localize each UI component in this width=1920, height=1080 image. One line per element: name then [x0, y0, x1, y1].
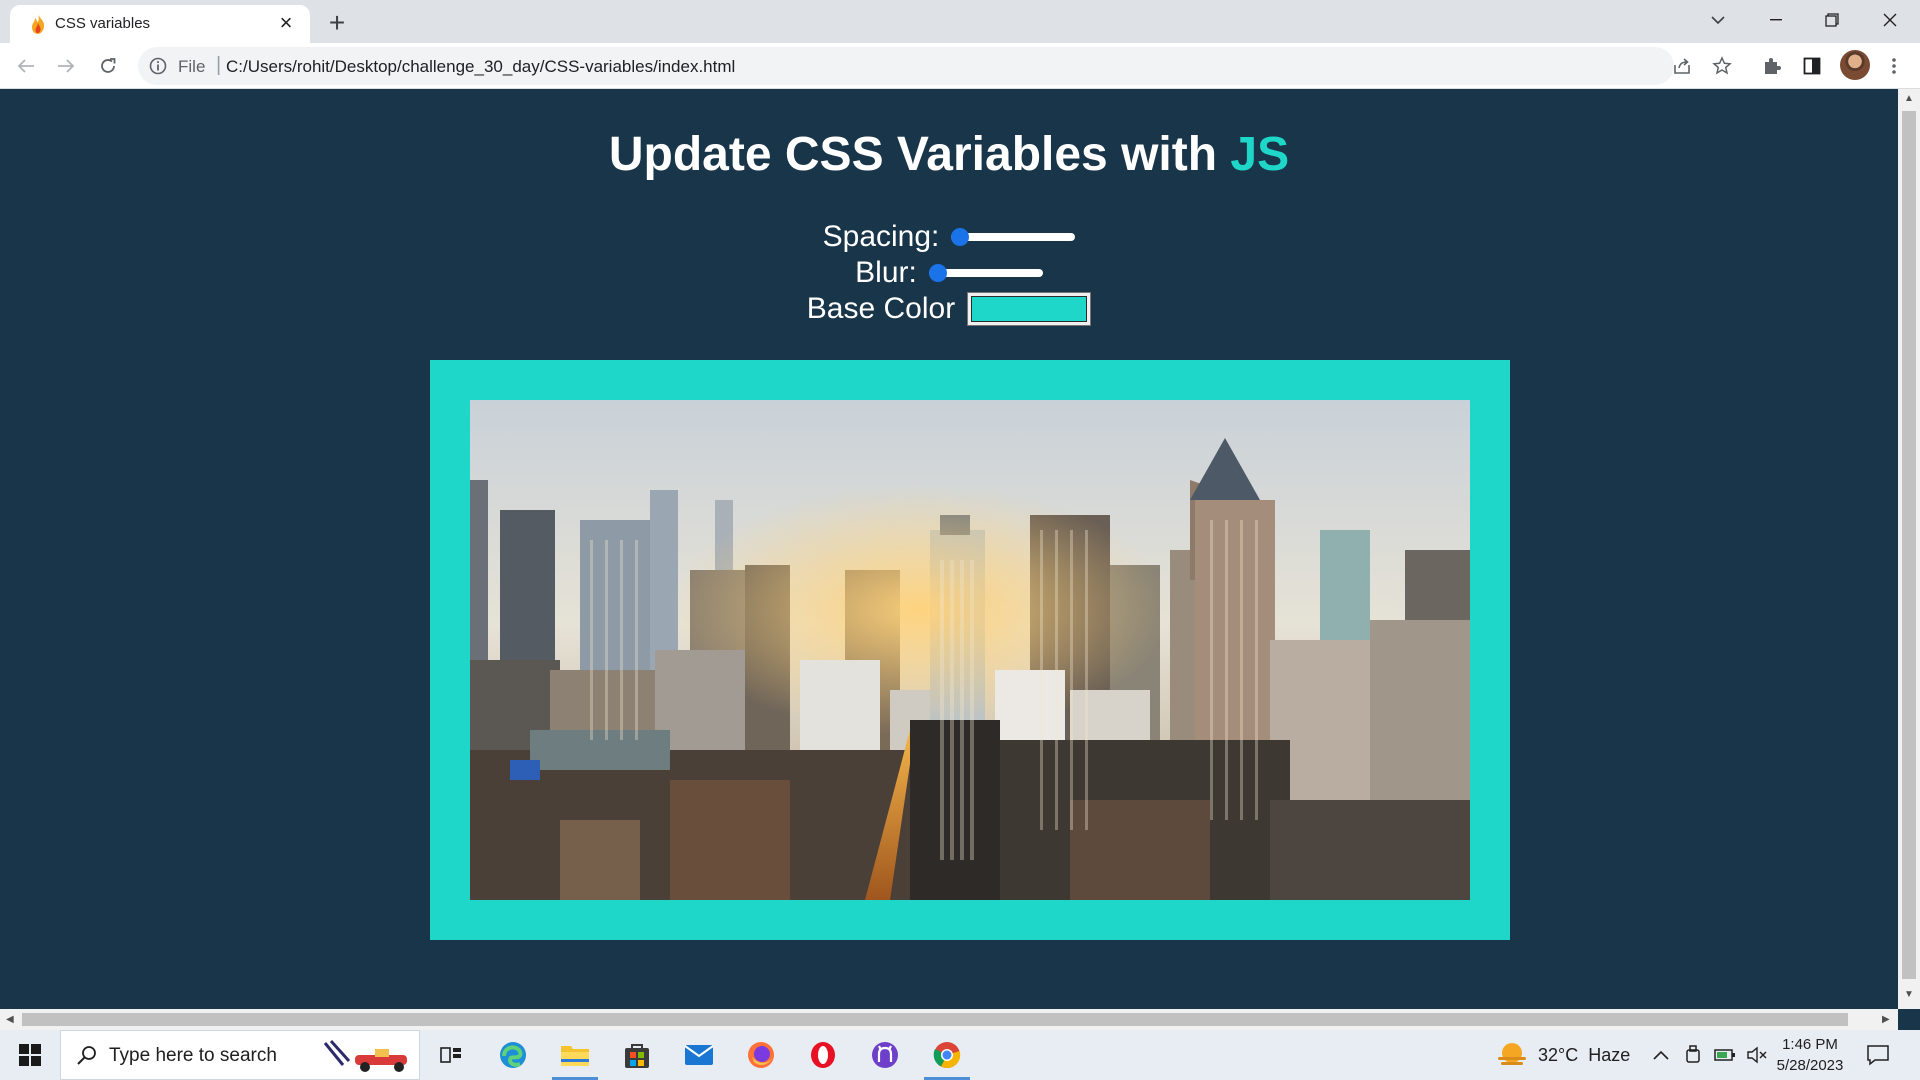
spacing-slider[interactable] — [951, 228, 1076, 246]
blur-label: Blur: — [855, 256, 917, 289]
reload-icon[interactable] — [92, 50, 124, 82]
browser-tabstrip: CSS variables × + — [0, 0, 1920, 43]
vertical-scrollbar[interactable]: ▲ ▼ — [1898, 89, 1920, 1009]
heading-accent: JS — [1230, 128, 1290, 181]
clock-time: 1:46 PM — [1782, 1036, 1838, 1053]
mail-icon[interactable] — [668, 1030, 730, 1080]
url-separator: | — [216, 54, 222, 76]
chrome-icon[interactable] — [916, 1030, 978, 1080]
scroll-up-arrow-icon[interactable]: ▲ — [1904, 93, 1914, 104]
search-highlight-race-car-icon — [323, 1039, 407, 1072]
weather-widget[interactable]: 32°C Haze — [1496, 1030, 1630, 1080]
forward-arrow-icon[interactable] — [50, 50, 82, 82]
notifications-icon[interactable] — [1866, 1030, 1890, 1080]
spacing-slider-knob[interactable] — [951, 228, 970, 246]
back-arrow-icon[interactable] — [10, 50, 42, 82]
github-desktop-icon[interactable] — [854, 1030, 916, 1080]
scroll-down-arrow-icon[interactable]: ▼ — [1904, 989, 1914, 1000]
edge-browser-icon[interactable] — [482, 1030, 544, 1080]
controls-panel: Spacing: Blur: Base Color — [0, 219, 1898, 327]
url-text[interactable]: C:/Users/rohit/Desktop/challenge_30_day/… — [226, 57, 735, 77]
bookmark-star-icon[interactable] — [1706, 50, 1738, 82]
blur-slider[interactable] — [928, 264, 1043, 282]
city-skyline-image — [470, 400, 1470, 900]
url-scheme: File — [178, 57, 206, 76]
spacing-label: Spacing: — [822, 220, 940, 253]
meet-now-icon[interactable] — [1684, 1045, 1702, 1065]
base-color-control: Base Color — [0, 291, 1898, 327]
hazy-sun-icon — [1498, 1043, 1526, 1065]
horizontal-scrollbar[interactable]: ◀ ▶ — [0, 1009, 1898, 1030]
scroll-right-arrow-icon[interactable]: ▶ — [1882, 1014, 1890, 1025]
address-bar[interactable]: File | C:/Users/rohit/Desktop/challenge_… — [138, 47, 1674, 85]
base-color-label: Base Color — [806, 292, 956, 325]
spacing-control: Spacing: — [0, 219, 1898, 255]
new-tab-button[interactable]: + — [320, 7, 354, 41]
firefox-icon[interactable] — [730, 1030, 792, 1080]
tab-title: CSS variables — [55, 15, 151, 32]
taskbar-clock[interactable]: 1:46 PM 5/28/2023 — [1760, 1034, 1860, 1076]
restore-icon[interactable] — [1804, 0, 1860, 40]
vertical-scroll-thumb[interactable] — [1902, 111, 1916, 979]
share-icon[interactable] — [1666, 50, 1698, 82]
opera-icon[interactable] — [792, 1030, 854, 1080]
profile-avatar[interactable] — [1840, 50, 1870, 80]
base-color-picker[interactable] — [967, 292, 1092, 326]
blur-control: Blur: — [0, 255, 1898, 291]
browser-toolbar: File | C:/Users/rohit/Desktop/challenge_… — [0, 43, 1920, 89]
blur-slider-knob[interactable] — [928, 264, 947, 282]
taskbar-search-box[interactable]: Type here to search — [60, 1030, 420, 1080]
minimize-icon[interactable] — [1748, 0, 1804, 40]
tab-search-chevron-icon[interactable] — [1690, 0, 1746, 40]
close-window-icon[interactable] — [1862, 0, 1918, 40]
show-hidden-icons-chevron-icon[interactable] — [1652, 1049, 1670, 1061]
task-view-icon[interactable] — [420, 1030, 482, 1080]
windows-start-icon[interactable] — [0, 1030, 60, 1080]
info-icon[interactable] — [148, 56, 168, 76]
tray-icons — [1652, 1030, 1768, 1080]
weather-description: Haze — [1588, 1044, 1631, 1065]
horizontal-scroll-thumb[interactable] — [22, 1013, 1848, 1026]
heading-prefix: Update CSS Variables with — [608, 128, 1231, 181]
file-explorer-icon[interactable] — [544, 1030, 606, 1080]
image-frame — [430, 360, 1510, 940]
search-placeholder: Type here to search — [109, 1045, 277, 1066]
extensions-puzzle-icon[interactable] — [1756, 50, 1788, 82]
base-color-swatch[interactable] — [971, 296, 1088, 322]
side-panel-icon[interactable] — [1796, 50, 1828, 82]
battery-charging-icon[interactable] — [1714, 1047, 1736, 1063]
kebab-menu-icon[interactable] — [1878, 50, 1910, 82]
microsoft-store-icon[interactable] — [606, 1030, 668, 1080]
page-viewport: Update CSS Variables with JS Spacing: Bl… — [0, 89, 1898, 1009]
scroll-left-arrow-icon[interactable]: ◀ — [6, 1014, 14, 1025]
fire-favicon-icon — [32, 14, 45, 34]
page-heading: Update CSS Variables with JS — [0, 127, 1898, 182]
weather-temperature: 32°C — [1538, 1044, 1579, 1065]
tab-css-variables[interactable]: CSS variables × — [10, 5, 310, 43]
windows-taskbar: Type here to search 32°C Haze 1:46 PM 5/… — [0, 1030, 1920, 1080]
search-icon — [77, 1046, 96, 1065]
clock-date: 5/28/2023 — [1776, 1057, 1844, 1074]
tab-close-icon[interactable]: × — [272, 9, 300, 37]
